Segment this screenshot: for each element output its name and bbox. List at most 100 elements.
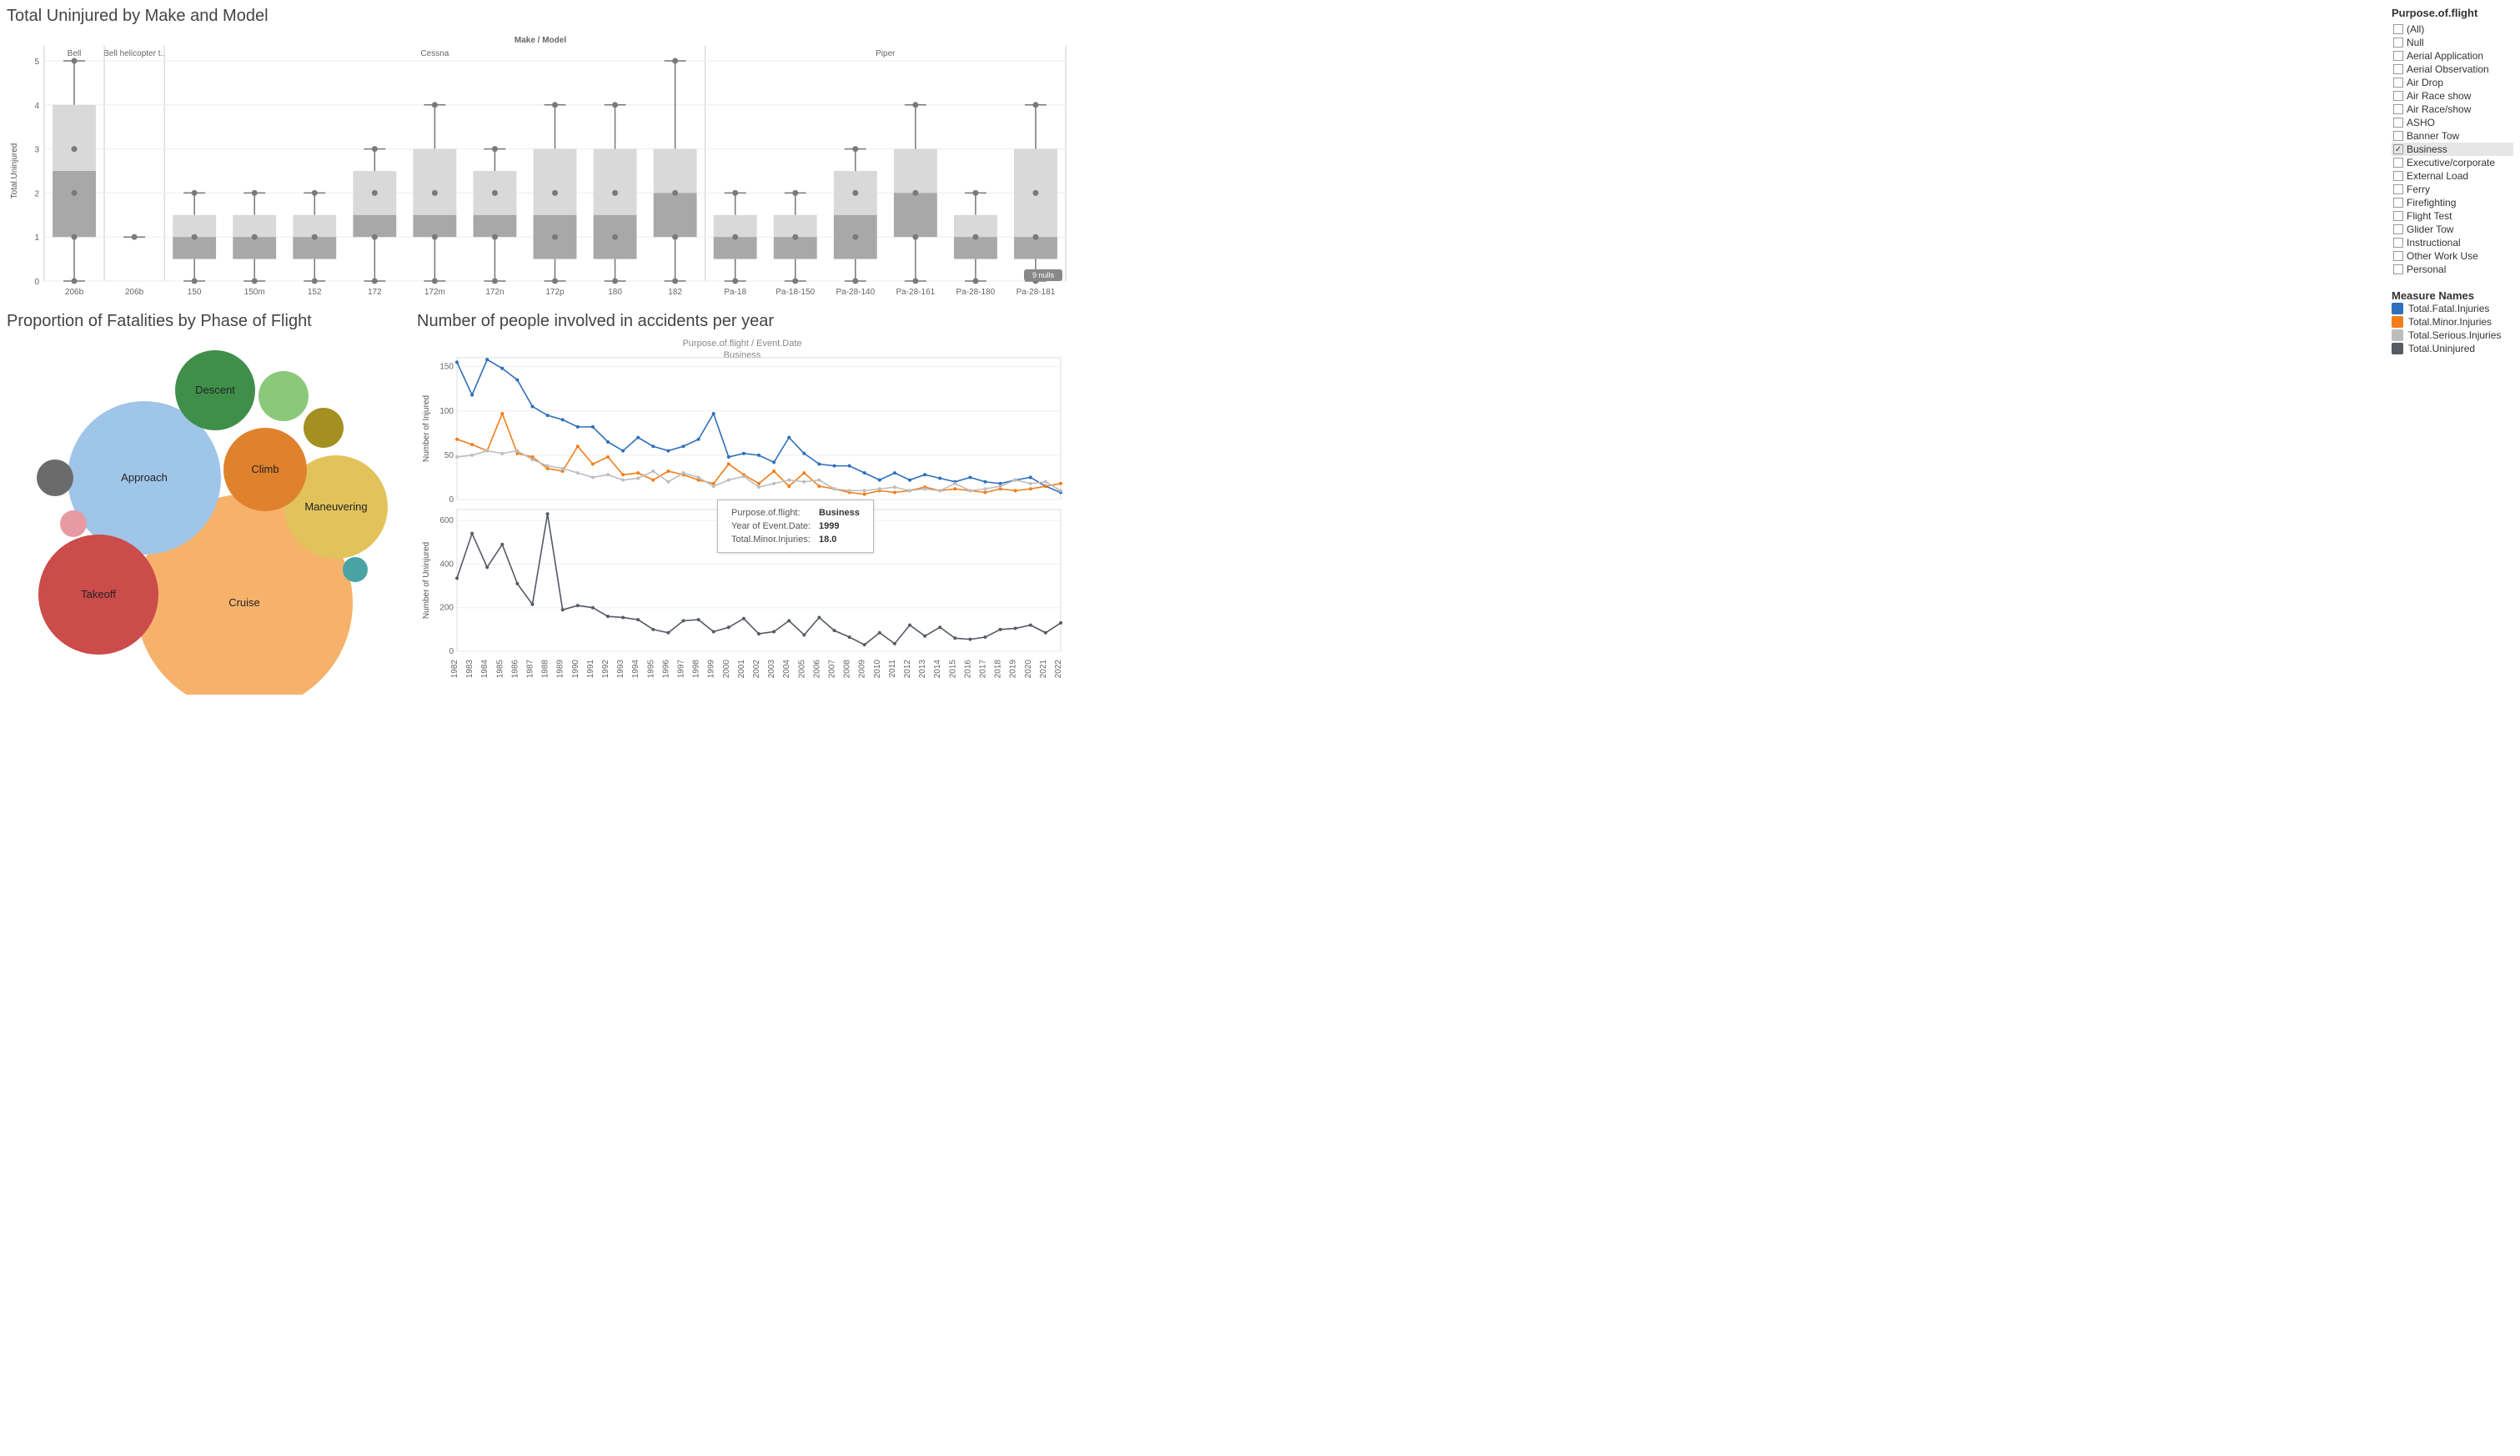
- svg-text:Piper: Piper: [876, 49, 896, 58]
- svg-text:172n: 172n: [485, 288, 504, 297]
- filter-option[interactable]: Banner Tow: [2392, 129, 2513, 143]
- checkbox-icon: [2393, 184, 2403, 194]
- filter-label: Business: [2407, 143, 2447, 155]
- line-panel: Number of people involved in accidents p…: [417, 312, 2385, 697]
- filter-option[interactable]: Flight Test: [2392, 209, 2513, 223]
- filter-option[interactable]: Other Work Use: [2392, 249, 2513, 263]
- filter-option[interactable]: Instructional: [2392, 236, 2513, 249]
- filter-label: Ferry: [2407, 183, 2430, 195]
- filter-option[interactable]: (All): [2392, 23, 2513, 36]
- legend-item[interactable]: Total.Minor.Injuries: [2392, 315, 2513, 329]
- svg-text:Pa-18: Pa-18: [724, 288, 746, 297]
- svg-text:Bell helicopter t..: Bell helicopter t..: [103, 49, 165, 58]
- svg-text:2006: 2006: [812, 660, 821, 679]
- svg-text:2016: 2016: [963, 660, 972, 679]
- checkbox-icon: [2393, 198, 2403, 208]
- boxplot-chart[interactable]: Make / ModelBellBell helicopter t..Cessn…: [7, 31, 1074, 306]
- checkbox-icon: [2393, 224, 2403, 234]
- svg-text:400: 400: [439, 560, 454, 569]
- filter-option[interactable]: Air Drop: [2392, 76, 2513, 89]
- checkbox-icon: [2393, 104, 2403, 114]
- filter-option[interactable]: Executive/corporate: [2392, 156, 2513, 169]
- svg-text:172: 172: [368, 288, 382, 297]
- filter-option[interactable]: Firefighting: [2392, 196, 2513, 209]
- checkbox-icon: [2393, 64, 2403, 74]
- bubble-chart[interactable]: CruiseApproachTakeoffManeuveringClimbDes…: [7, 336, 407, 695]
- svg-text:180: 180: [608, 288, 622, 297]
- filter-option[interactable]: Ferry: [2392, 183, 2513, 196]
- svg-text:Make / Model: Make / Model: [515, 36, 566, 45]
- svg-text:1997: 1997: [677, 660, 686, 679]
- svg-text:1982: 1982: [450, 660, 459, 679]
- svg-text:1983: 1983: [465, 660, 474, 679]
- svg-text:1986: 1986: [510, 660, 520, 679]
- checkbox-icon: [2393, 251, 2403, 261]
- checkbox-icon: [2393, 171, 2403, 181]
- filter-option[interactable]: ASHO: [2392, 116, 2513, 129]
- svg-text:Takeoff: Takeoff: [81, 588, 116, 600]
- bubble-panel: Proportion of Fatalities by Phase of Fli…: [7, 312, 407, 697]
- svg-text:0: 0: [449, 647, 454, 656]
- filter-option[interactable]: Glider Tow: [2392, 223, 2513, 236]
- checkbox-icon: [2393, 51, 2403, 61]
- svg-text:1989: 1989: [556, 660, 565, 679]
- svg-text:9 nulls: 9 nulls: [1032, 271, 1055, 279]
- filter-option[interactable]: Aerial Application: [2392, 49, 2513, 63]
- svg-text:150: 150: [188, 288, 202, 297]
- filter-option[interactable]: Air Race show: [2392, 89, 2513, 103]
- svg-text:2012: 2012: [903, 660, 912, 679]
- filter-option[interactable]: ✓Business: [2392, 143, 2513, 156]
- filter-label: Executive/corporate: [2407, 157, 2495, 168]
- legend-label: Total.Fatal.Injuries: [2408, 303, 2489, 314]
- legend-item[interactable]: Total.Uninjured: [2392, 342, 2513, 355]
- legend-item[interactable]: Total.Fatal.Injuries: [2392, 302, 2513, 315]
- filter-option[interactable]: Null: [2392, 36, 2513, 49]
- filter-label: Aerial Observation: [2407, 63, 2489, 75]
- svg-text:200: 200: [439, 604, 454, 613]
- svg-text:2015: 2015: [948, 660, 957, 679]
- filter-label: Flight Test: [2407, 210, 2452, 222]
- svg-text:Descent: Descent: [195, 384, 235, 396]
- line-title: Number of people involved in accidents p…: [417, 312, 2385, 331]
- svg-text:Cruise: Cruise: [228, 596, 260, 609]
- filter-label: Personal: [2407, 264, 2446, 275]
- svg-text:100: 100: [439, 407, 454, 416]
- svg-text:Business: Business: [724, 350, 761, 360]
- svg-text:2: 2: [34, 189, 39, 198]
- svg-text:182: 182: [668, 288, 682, 297]
- filter-option[interactable]: Personal: [2392, 263, 2513, 276]
- filter-option[interactable]: Air Race/show: [2392, 103, 2513, 116]
- legend-swatch: [2392, 303, 2403, 314]
- legend-list: Total.Fatal.Injuries Total.Minor.Injuries…: [2392, 302, 2513, 355]
- svg-text:172m: 172m: [424, 288, 445, 297]
- checkbox-icon: [2393, 91, 2403, 101]
- svg-text:1: 1: [34, 233, 39, 243]
- svg-text:2002: 2002: [752, 660, 761, 679]
- filter-label: Banner Tow: [2407, 130, 2459, 142]
- svg-text:Pa-18-150: Pa-18-150: [776, 288, 815, 297]
- legend-item[interactable]: Total.Serious.Injuries: [2392, 329, 2513, 342]
- svg-text:2013: 2013: [918, 660, 927, 679]
- filter-option[interactable]: Aerial Observation: [2392, 63, 2513, 76]
- filter-label: Instructional: [2407, 237, 2461, 249]
- svg-text:2019: 2019: [1009, 660, 1018, 679]
- svg-text:1993: 1993: [616, 660, 625, 679]
- svg-text:Cessna: Cessna: [420, 49, 449, 58]
- svg-text:2007: 2007: [828, 660, 837, 679]
- svg-text:206b: 206b: [65, 288, 84, 297]
- legend-swatch: [2392, 316, 2403, 328]
- legend-label: Total.Minor.Injuries: [2408, 316, 2492, 328]
- filter-label: ASHO: [2407, 117, 2435, 128]
- checkbox-icon: [2393, 118, 2403, 128]
- svg-text:2003: 2003: [767, 660, 776, 679]
- svg-text:152: 152: [308, 288, 322, 297]
- svg-text:2001: 2001: [737, 660, 746, 679]
- checkbox-icon: [2393, 38, 2403, 48]
- svg-text:2017: 2017: [979, 660, 988, 679]
- filter-label: Air Race/show: [2407, 103, 2471, 115]
- svg-text:150: 150: [439, 363, 454, 372]
- legend-label: Total.Serious.Injuries: [2408, 329, 2501, 341]
- bubble-title: Proportion of Fatalities by Phase of Fli…: [7, 312, 407, 331]
- svg-text:Total.Uninjured: Total.Uninjured: [10, 143, 19, 199]
- filter-option[interactable]: External Load: [2392, 169, 2513, 183]
